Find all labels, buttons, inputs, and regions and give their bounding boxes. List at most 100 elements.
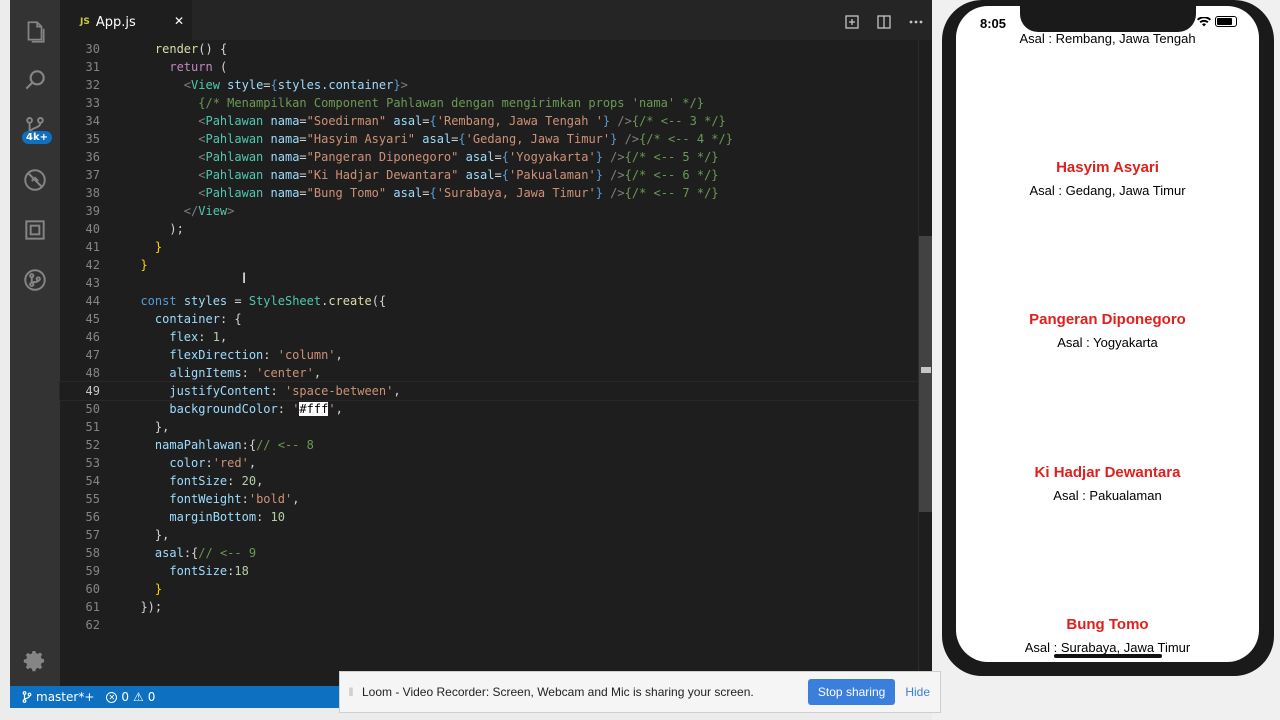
line-number: 33: [85, 96, 100, 110]
code-text[interactable]: color:'red',: [126, 454, 256, 472]
code-text[interactable]: fontSize: 20,: [126, 472, 263, 490]
code-text[interactable]: <View style={styles.container}>: [126, 76, 408, 94]
code-text[interactable]: namaPahlawan:{// <-- 8: [126, 436, 314, 454]
code-line[interactable]: 62: [60, 616, 918, 634]
code-line[interactable]: 44 const styles = StyleSheet.create({: [60, 292, 918, 310]
code-line[interactable]: 47 flexDirection: 'column',: [60, 346, 918, 364]
line-number: 50: [85, 402, 100, 416]
code-line[interactable]: 40 );: [60, 220, 918, 238]
code-line[interactable]: 55 fontWeight:'bold',: [60, 490, 918, 508]
line-number: 37: [85, 168, 100, 182]
close-icon[interactable]: ✕: [174, 14, 184, 28]
code-line[interactable]: 39 </View>: [60, 202, 918, 220]
code-text[interactable]: fontWeight:'bold',: [126, 490, 299, 508]
code-line[interactable]: 54 fontSize: 20,: [60, 472, 918, 490]
code-text[interactable]: render() {: [126, 40, 227, 58]
code-line[interactable]: 48 alignItems: 'center',: [60, 364, 918, 382]
code-text[interactable]: flex: 1,: [126, 328, 227, 346]
line-number: 40: [85, 222, 100, 236]
code-line[interactable]: 36 <Pahlawan nama="Pangeran Diponegoro" …: [60, 148, 918, 166]
code-text[interactable]: });: [126, 598, 162, 616]
branch-indicator[interactable]: master*+: [22, 690, 94, 704]
code-line[interactable]: 37 <Pahlawan nama="Ki Hadjar Dewantara" …: [60, 166, 918, 184]
more-actions-icon[interactable]: [900, 0, 932, 44]
hide-button[interactable]: Hide: [905, 685, 930, 699]
code-line[interactable]: 61 });: [60, 598, 918, 616]
code-line[interactable]: 43: [60, 274, 918, 292]
hero-origin: Asal : Pakualaman: [1053, 488, 1162, 503]
code-text[interactable]: alignItems: 'center',: [126, 364, 321, 382]
tab-app-js[interactable]: JS App.js ✕: [60, 0, 192, 44]
git-graph-icon[interactable]: [10, 256, 60, 304]
code-text[interactable]: fontSize:18: [126, 562, 248, 580]
code-text[interactable]: const styles = StyleSheet.create({: [126, 292, 386, 310]
line-number: 56: [85, 510, 100, 524]
code-line[interactable]: 35 <Pahlawan nama="Hasyim Asyari" asal={…: [60, 130, 918, 148]
code-text[interactable]: }: [126, 580, 162, 598]
split-editor-icon[interactable]: [868, 0, 900, 44]
code-text[interactable]: <Pahlawan nama="Ki Hadjar Dewantara" asa…: [126, 166, 718, 184]
status-time: 8:05: [980, 16, 1007, 31]
code-line[interactable]: 56 marginBottom: 10: [60, 508, 918, 526]
line-number: 60: [85, 582, 100, 596]
search-icon[interactable]: [10, 56, 60, 104]
code-text[interactable]: justifyContent: 'space-between',: [126, 382, 400, 400]
code-line[interactable]: 51 },: [60, 418, 918, 436]
debug-icon[interactable]: [10, 156, 60, 204]
editor-actions: [836, 0, 932, 44]
code-line[interactable]: 53 color:'red',: [60, 454, 918, 472]
code-text[interactable]: return (: [126, 58, 227, 76]
code-line[interactable]: 45 container: {: [60, 310, 918, 328]
code-line[interactable]: 31 return (: [60, 58, 918, 76]
code-line[interactable]: 46 flex: 1,: [60, 328, 918, 346]
code-line[interactable]: 32 <View style={styles.container}>: [60, 76, 918, 94]
code-text[interactable]: },: [126, 526, 169, 544]
code-editor[interactable]: 30 render() {31 return (32 <View style={…: [59, 40, 919, 686]
hero-origin: Asal : Gedang, Jawa Timur: [1029, 183, 1186, 198]
code-text[interactable]: marginBottom: 10: [126, 508, 285, 526]
code-text[interactable]: container: {: [126, 310, 242, 328]
code-line[interactable]: 60 }: [60, 580, 918, 598]
code-text[interactable]: }: [126, 256, 147, 274]
code-text[interactable]: </View>: [126, 202, 235, 220]
code-line[interactable]: 41 }: [60, 238, 918, 256]
line-number: 43: [85, 276, 100, 290]
home-indicator[interactable]: [1054, 654, 1162, 658]
code-text[interactable]: }: [126, 238, 162, 256]
line-number: 38: [85, 186, 100, 200]
code-line[interactable]: 42 }: [60, 256, 918, 274]
code-line[interactable]: 59 fontSize:18: [60, 562, 918, 580]
drag-handle-icon[interactable]: ‖: [340, 685, 362, 699]
code-text[interactable]: flexDirection: 'column',: [126, 346, 342, 364]
files-icon[interactable]: [10, 8, 60, 56]
code-line[interactable]: 58 asal:{// <-- 9: [60, 544, 918, 562]
code-line[interactable]: 38 <Pahlawan nama="Bung Tomo" asal={'Sur…: [60, 184, 918, 202]
code-text[interactable]: {/* Menampilkan Component Pahlawan denga…: [126, 94, 704, 112]
code-text[interactable]: backgroundColor: '#fff',: [126, 400, 343, 418]
phone-notch: [1020, 6, 1196, 32]
hero-origin: Asal : Rembang, Jawa Tengah: [1019, 31, 1196, 46]
code-text[interactable]: <Pahlawan nama="Bung Tomo" asal={'Suraba…: [126, 184, 718, 202]
open-changes-icon[interactable]: [836, 0, 868, 44]
code-line[interactable]: 57 },: [60, 526, 918, 544]
code-text[interactable]: <Pahlawan nama="Soedirman" asal={'Remban…: [126, 112, 726, 130]
code-line[interactable]: 33 {/* Menampilkan Component Pahlawan de…: [60, 94, 918, 112]
editor-scrollbar[interactable]: [918, 40, 932, 686]
source-control-icon[interactable]: [10, 104, 60, 152]
code-line[interactable]: 49 justifyContent: 'space-between',: [59, 381, 919, 401]
line-number: 49: [85, 384, 100, 398]
scrollbar-thumb[interactable]: [919, 236, 932, 512]
code-text[interactable]: },: [126, 418, 169, 436]
code-text[interactable]: );: [126, 220, 183, 238]
gear-icon[interactable]: [10, 638, 60, 686]
code-text[interactable]: <Pahlawan nama="Hasyim Asyari" asal={'Ge…: [126, 130, 733, 148]
code-text[interactable]: asal:{// <-- 9: [126, 544, 256, 562]
code-line[interactable]: 34 <Pahlawan nama="Soedirman" asal={'Rem…: [60, 112, 918, 130]
code-line[interactable]: 52 namaPahlawan:{// <-- 8: [60, 436, 918, 454]
extensions-icon[interactable]: [10, 206, 60, 254]
problems-indicator[interactable]: ✕ 0 ⚠ 0: [106, 690, 155, 704]
code-text[interactable]: <Pahlawan nama="Pangeran Diponegoro" asa…: [126, 148, 718, 166]
code-line[interactable]: 30 render() {: [60, 40, 918, 58]
code-line[interactable]: 50 backgroundColor: '#fff',: [60, 400, 918, 418]
stop-sharing-button[interactable]: Stop sharing: [807, 679, 896, 705]
